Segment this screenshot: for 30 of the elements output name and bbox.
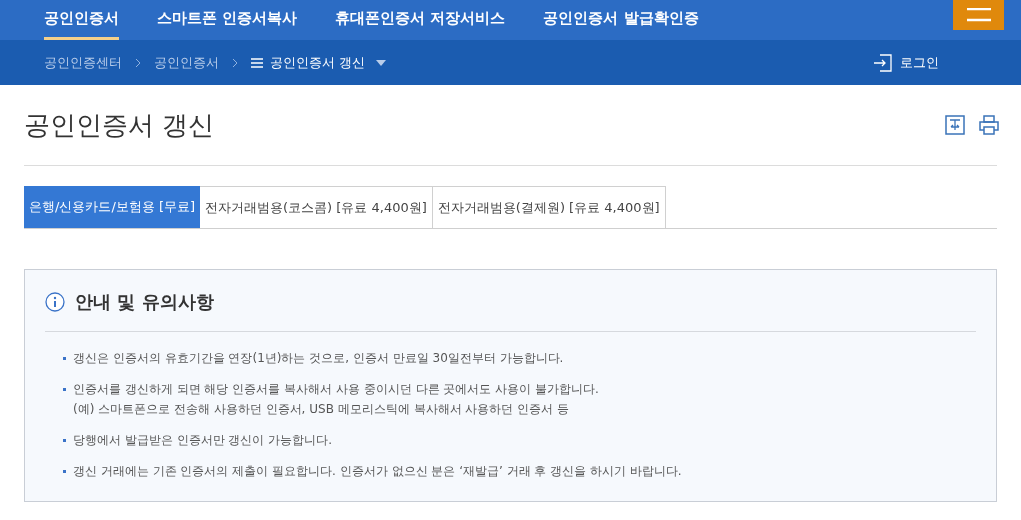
caret-down-icon: [376, 59, 387, 66]
breadcrumb-link[interactable]: 공인인증서: [154, 52, 219, 73]
login-icon: [873, 53, 892, 72]
nav-tab[interactable]: 휴대폰인증서 저장서비스: [335, 0, 506, 40]
tab[interactable]: 전자거래범용(코스콤) [유료 4,400원]: [200, 186, 433, 228]
info-icon: [45, 291, 65, 312]
notice-text: 갱신 거래에는 기존 인증서의 제출이 필요합니다. 인증서가 없으신 분은 ‘재발급’ 거래 후 갱신을 하시기 바랍니다.: [73, 463, 682, 480]
print-icon[interactable]: [979, 115, 999, 135]
bullet-icon: [63, 388, 66, 391]
tab[interactable]: 은행/신용카드/보험용 [무료]: [24, 186, 201, 228]
bullet-icon: [63, 357, 66, 360]
breadcrumb-link[interactable]: 공인인증서 갱신: [270, 52, 366, 73]
page-title: 공인인증서 갱신: [24, 108, 215, 142]
bullet-icon: [63, 439, 66, 442]
login-button[interactable]: 로그인: [873, 52, 939, 73]
bullet-icon: [63, 470, 66, 473]
list-icon: [251, 57, 263, 68]
nav-tab[interactable]: 공인인증서 발급확인증: [543, 0, 699, 40]
notice-text: 인증서를 갱신하게 되면 해당 인증서를 복사해서 사용 중이시던 다른 곳에서도 사용이 불가합니다. (예) 스마트폰으로 전송해 사용하던 인증서, USB 메모리스틱에 복사해서 사용하던 인증서 등: [73, 381, 599, 418]
menu-button[interactable]: [953, 0, 1004, 30]
chevron-right-icon: [135, 57, 141, 68]
tab[interactable]: 전자거래범용(결제원) [유료 4,400원]: [432, 186, 666, 228]
breadcrumb-link[interactable]: 공인인증센터: [44, 52, 122, 73]
notice-text: 당행에서 발급받은 인증서만 갱신이 가능합니다.: [73, 432, 333, 449]
chevron-right-icon: [232, 57, 238, 68]
notice-title: 안내 및 유의사항: [75, 290, 214, 314]
menu-icon: [966, 8, 991, 22]
notice-text: 갱신은 인증서의 유효기간을 연장(1년)하는 것으로, 인증서 만료일 30일전부터 가능합니다.: [73, 350, 564, 367]
expand-icon[interactable]: [945, 115, 965, 135]
nav-tab[interactable]: 스마트폰 인증서복사: [157, 0, 298, 40]
